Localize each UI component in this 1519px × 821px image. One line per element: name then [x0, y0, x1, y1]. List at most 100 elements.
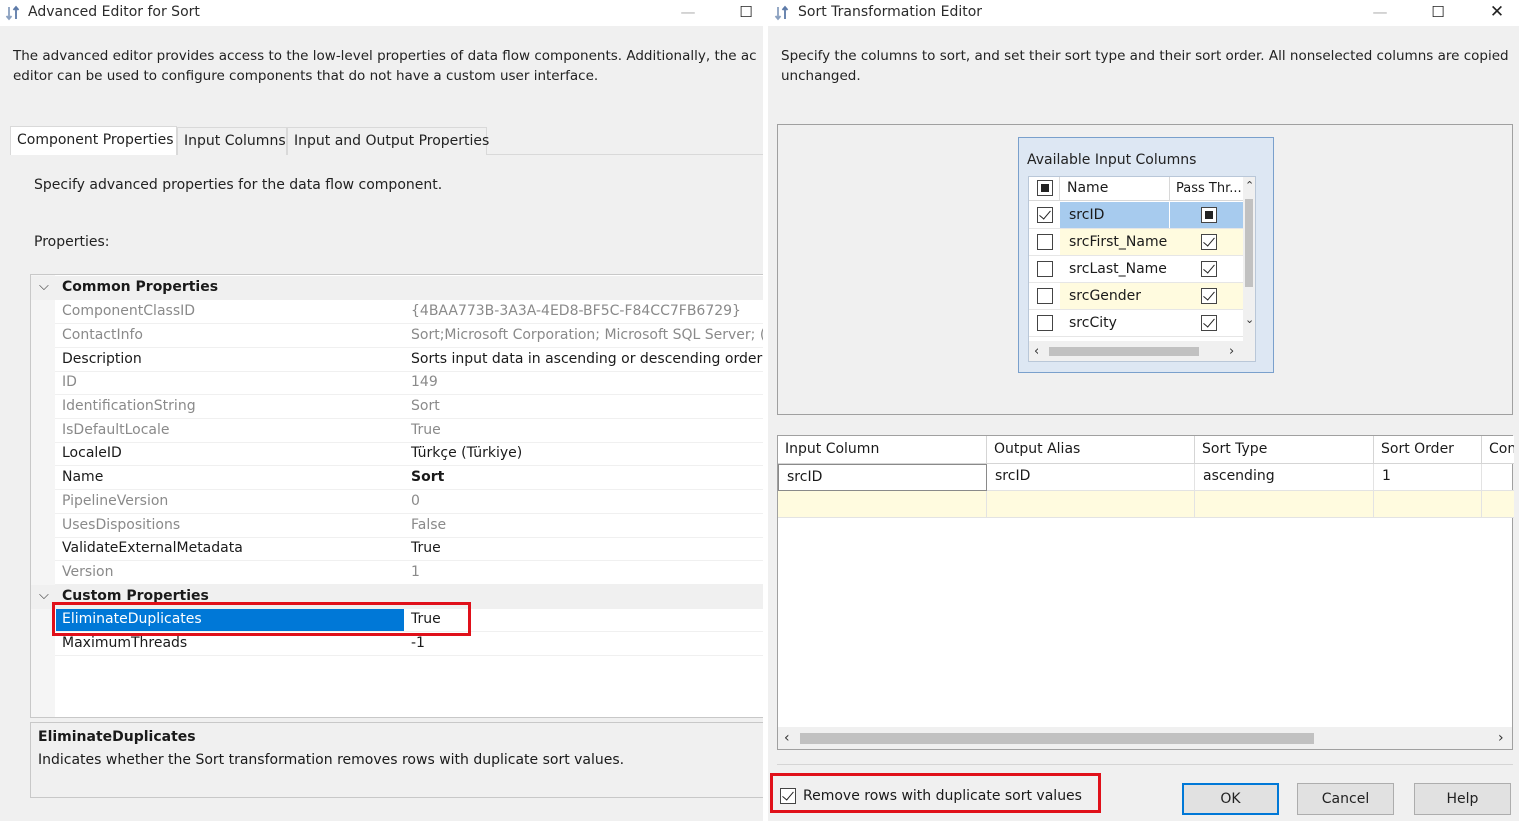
scroll-right-icon[interactable]: ›: [1229, 344, 1234, 359]
chevron-down-icon[interactable]: ⌵: [39, 279, 49, 294]
pass-through-checkbox[interactable]: [1201, 315, 1217, 331]
property-grid[interactable]: ⌵ Common Properties ComponentClassID {4BA…: [30, 274, 763, 718]
header-label: Con: [1489, 441, 1514, 457]
cell-input-column[interactable]: [778, 491, 987, 518]
cell-sort-order[interactable]: 1: [1374, 464, 1482, 491]
pass-through-checkbox[interactable]: [1201, 261, 1217, 277]
maximize-icon[interactable]: ☐: [736, 2, 756, 22]
window-title: Sort Transformation Editor: [798, 4, 983, 20]
property-row[interactable]: ID 149: [55, 371, 763, 395]
maximize-icon[interactable]: ☐: [1428, 2, 1448, 22]
property-row[interactable]: UsesDispositions False: [55, 514, 763, 538]
list-item[interactable]: srcID: [1029, 202, 1245, 229]
vertical-scrollbar[interactable]: ⌃ ⌄: [1243, 177, 1255, 361]
column-checkbox[interactable]: [1037, 234, 1053, 250]
header-sort-type[interactable]: Sort Type: [1195, 436, 1374, 464]
category-common[interactable]: ⌵ Common Properties: [31, 276, 763, 300]
property-value[interactable]: -1: [411, 635, 425, 651]
sort-columns-grid[interactable]: Input Column Output Alias Sort Type Sort…: [777, 435, 1514, 750]
property-value[interactable]: Sort: [411, 469, 444, 485]
chevron-down-icon[interactable]: ⌵: [39, 588, 49, 603]
cell-sort-order[interactable]: [1374, 491, 1482, 518]
header-input-column[interactable]: Input Column: [778, 436, 987, 464]
tab-input-columns[interactable]: Input Columns: [177, 127, 287, 155]
highlight-box: [52, 602, 471, 636]
help-button[interactable]: Help: [1414, 783, 1511, 815]
property-row[interactable]: IdentificationString Sort: [55, 395, 763, 419]
scroll-right-icon[interactable]: ›: [1498, 730, 1504, 746]
cell-comparison-flags[interactable]: [1482, 464, 1514, 491]
header-output-alias[interactable]: Output Alias: [987, 436, 1195, 464]
cell-sort-type[interactable]: ascending: [1195, 464, 1374, 491]
cell-output-alias[interactable]: srcID: [987, 464, 1195, 491]
property-name: ID: [62, 374, 77, 390]
scroll-thumb[interactable]: [800, 733, 1314, 744]
scroll-left-icon[interactable]: ‹: [1034, 344, 1039, 359]
property-row[interactable]: LocaleID Türkçe (Türkiye): [55, 442, 763, 466]
scroll-down-icon[interactable]: ⌄: [1245, 313, 1254, 326]
pass-through-checkbox[interactable]: [1201, 288, 1217, 304]
column-checkbox[interactable]: [1037, 207, 1053, 223]
property-row[interactable]: ComponentClassID {4BAA773B-3A3A-4ED8-BF5C…: [55, 300, 763, 324]
properties-label: Properties:: [34, 234, 110, 250]
remove-duplicates-checkbox[interactable]: [780, 788, 796, 804]
minimize-icon[interactable]: —: [678, 2, 698, 22]
header-label: Input Column: [785, 441, 880, 457]
tab-input-output-properties[interactable]: Input and Output Properties: [287, 127, 489, 155]
property-row[interactable]: Description Sorts input data in ascending…: [55, 348, 763, 372]
available-columns-list[interactable]: Name Pass Thr... srcID srcFirst_Name src…: [1028, 176, 1256, 362]
instruction-text: Specify advanced properties for the data…: [34, 177, 443, 193]
list-item[interactable]: srcGender: [1029, 283, 1245, 310]
property-row[interactable]: Name Sort: [55, 466, 763, 490]
scroll-thumb[interactable]: [1245, 199, 1253, 287]
property-name: Name: [62, 469, 104, 485]
horizontal-scrollbar[interactable]: ‹ ›: [778, 727, 1512, 749]
header-comparison-flags[interactable]: Con: [1482, 436, 1514, 464]
header-sort-order[interactable]: Sort Order: [1374, 436, 1482, 464]
name-column-header[interactable]: Name: [1067, 180, 1108, 196]
horizontal-scrollbar[interactable]: ‹ ›: [1029, 341, 1245, 361]
cell-sort-type[interactable]: [1195, 491, 1374, 518]
new-row[interactable]: [778, 491, 1514, 518]
property-row[interactable]: ContactInfo Sort;Microsoft Corporation; M…: [55, 324, 763, 348]
available-columns-panel: Available Input Columns Name Pass Thr...…: [777, 124, 1513, 415]
sort-icon: [5, 5, 20, 21]
property-value[interactable]: Sorts input data in ascending or descend…: [411, 351, 763, 367]
list-item[interactable]: srcLast_Name: [1029, 256, 1245, 283]
scroll-up-icon[interactable]: ⌃: [1245, 179, 1254, 192]
scroll-thumb[interactable]: [1049, 347, 1199, 356]
property-name: Version: [62, 564, 114, 580]
grid-gutter: [31, 275, 55, 717]
scroll-left-icon[interactable]: ‹: [784, 730, 790, 746]
minimize-icon[interactable]: —: [1370, 2, 1390, 22]
cancel-button[interactable]: Cancel: [1297, 783, 1394, 815]
select-all-checkbox[interactable]: [1037, 180, 1053, 196]
tab-component-properties[interactable]: Component Properties: [10, 126, 177, 155]
pass-through-column-header[interactable]: Pass Thr...: [1176, 181, 1242, 196]
remove-duplicates-label[interactable]: Remove rows with duplicate sort values: [803, 788, 1082, 804]
column-checkbox[interactable]: [1037, 288, 1053, 304]
property-row[interactable]: PipelineVersion 0: [55, 490, 763, 514]
header-label: Output Alias: [994, 441, 1081, 457]
column-checkbox[interactable]: [1037, 261, 1053, 277]
property-value[interactable]: Türkçe (Türkiye): [411, 445, 522, 461]
close-icon[interactable]: ✕: [1487, 2, 1507, 22]
cell-input-column[interactable]: srcID: [778, 464, 987, 491]
ok-button[interactable]: OK: [1182, 783, 1279, 815]
property-value: 0: [411, 493, 420, 509]
property-name: MaximumThreads: [62, 635, 188, 651]
list-item[interactable]: srcCity: [1029, 310, 1245, 337]
property-row[interactable]: ValidateExternalMetadata True: [55, 537, 763, 561]
title-bar: Sort Transformation Editor — ☐ ✕: [768, 0, 1519, 26]
cell-output-alias[interactable]: [987, 491, 1195, 518]
list-item[interactable]: srcFirst_Name: [1029, 229, 1245, 256]
property-row[interactable]: Version 1: [55, 561, 763, 585]
property-row[interactable]: IsDefaultLocale True: [55, 419, 763, 443]
list-header: Name Pass Thr...: [1029, 177, 1245, 201]
pass-through-checkbox[interactable]: [1201, 207, 1217, 223]
pass-through-checkbox[interactable]: [1201, 234, 1217, 250]
property-value: {4BAA773B-3A3A-4ED8-BF5C-F84CC7FB6729}: [411, 303, 741, 319]
column-checkbox[interactable]: [1037, 315, 1053, 331]
property-value[interactable]: True: [411, 540, 441, 556]
table-row[interactable]: srcID srcID ascending 1: [778, 464, 1514, 491]
